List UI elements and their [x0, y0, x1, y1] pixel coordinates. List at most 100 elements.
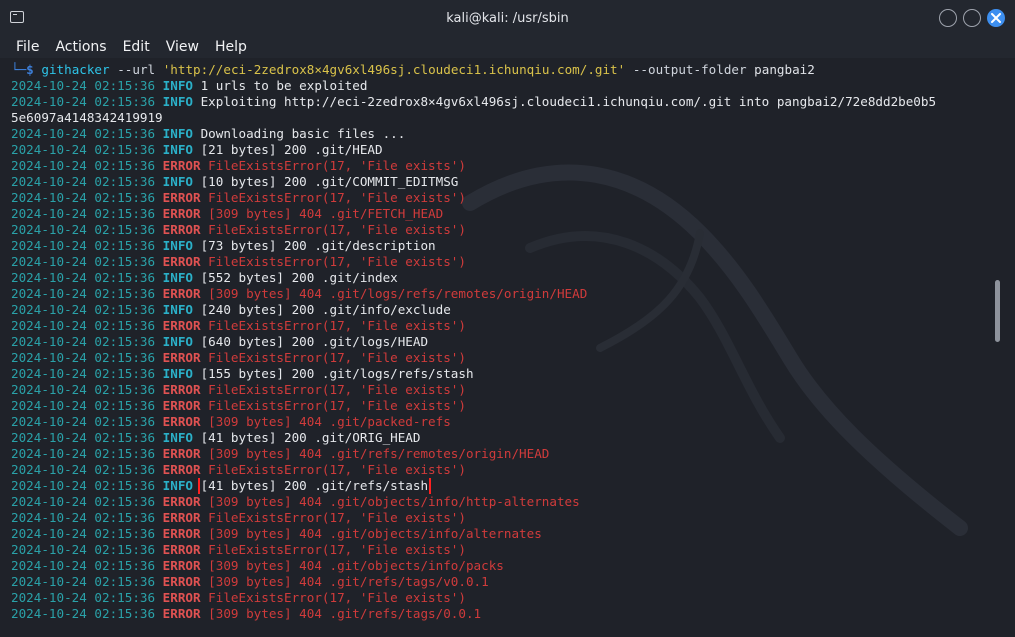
log-timestamp: 2024-10-24 02:15:36 — [11, 462, 156, 477]
log-timestamp: 2024-10-24 02:15:36 — [11, 94, 156, 109]
log-level: ERROR — [162, 254, 201, 269]
log-line: 2024-10-24 02:15:36 ERROR [309 bytes] 40… — [11, 414, 995, 430]
log-timestamp: 2024-10-24 02:15:36 — [11, 126, 156, 141]
log-message: FileExistsError(17, 'File exists') — [208, 318, 466, 333]
log-level: INFO — [162, 142, 193, 157]
log-timestamp: 2024-10-24 02:15:36 — [11, 606, 156, 621]
log-level: ERROR — [162, 350, 201, 365]
menu-view[interactable]: View — [158, 39, 207, 55]
log-timestamp: 2024-10-24 02:15:36 — [11, 174, 156, 189]
menu-actions[interactable]: Actions — [47, 39, 114, 55]
log-level: ERROR — [162, 542, 201, 557]
log-message: [552 bytes] 200 .git/index — [200, 270, 398, 285]
log-line: 2024-10-24 02:15:36 ERROR FileExistsErro… — [11, 254, 995, 270]
log-level: ERROR — [162, 286, 201, 301]
log-message: FileExistsError(17, 'File exists') — [208, 190, 466, 205]
log-line: 2024-10-24 02:15:36 INFO [41 bytes] 200 … — [11, 478, 995, 494]
menu-edit[interactable]: Edit — [115, 39, 158, 55]
log-message: [309 bytes] 404 .git/objects/info/packs — [208, 558, 504, 573]
log-level: ERROR — [162, 222, 201, 237]
log-timestamp: 2024-10-24 02:15:36 — [11, 510, 156, 525]
log-timestamp: 2024-10-24 02:15:36 — [11, 334, 156, 349]
log-timestamp: 2024-10-24 02:15:36 — [11, 286, 156, 301]
log-level: ERROR — [162, 382, 201, 397]
command-name: githacker — [41, 62, 110, 77]
terminal-window: kali@kali: /usr/sbin File Actions Edit V… — [0, 0, 1015, 637]
command-url: 'http://eci-2zedrox8×4gv6xl496sj.cloudec… — [162, 62, 626, 77]
log-message: [640 bytes] 200 .git/logs/HEAD — [200, 334, 429, 349]
log-line: 2024-10-24 02:15:36 INFO [155 bytes] 200… — [11, 366, 995, 382]
log-timestamp: 2024-10-24 02:15:36 — [11, 142, 156, 157]
close-button[interactable] — [987, 9, 1005, 27]
log-timestamp: 2024-10-24 02:15:36 — [11, 430, 156, 445]
log-message: FileExistsError(17, 'File exists') — [208, 398, 466, 413]
log-line: 2024-10-24 02:15:36 INFO Downloading bas… — [11, 126, 995, 142]
title-bar[interactable]: kali@kali: /usr/sbin — [0, 0, 1015, 36]
terminal-icon[interactable] — [10, 11, 24, 23]
log-message: [21 bytes] 200 .git/HEAD — [200, 142, 383, 157]
maximize-button[interactable] — [963, 9, 981, 27]
log-message: [309 bytes] 404 .git/refs/tags/v0.0.1 — [208, 574, 489, 589]
log-message: [309 bytes] 404 .git/packed-refs — [208, 414, 451, 429]
log-level: INFO — [162, 366, 193, 381]
log-timestamp: 2024-10-24 02:15:36 — [11, 574, 156, 589]
log-timestamp: 2024-10-24 02:15:36 — [11, 158, 156, 173]
log-timestamp: 2024-10-24 02:15:36 — [11, 302, 156, 317]
log-line: 2024-10-24 02:15:36 ERROR FileExistsErro… — [11, 398, 995, 414]
log-message: [309 bytes] 404 .git/refs/tags/0.0.1 — [208, 606, 482, 621]
log-message: FileExistsError(17, 'File exists') — [208, 382, 466, 397]
log-line: 2024-10-24 02:15:36 ERROR FileExistsErro… — [11, 222, 995, 238]
log-line: 2024-10-24 02:15:36 INFO 1 urls to be ex… — [11, 78, 995, 94]
log-line: 2024-10-24 02:15:36 INFO [552 bytes] 200… — [11, 270, 995, 286]
log-message: FileExistsError(17, 'File exists') — [208, 158, 466, 173]
log-message: FileExistsError(17, 'File exists') — [208, 254, 466, 269]
log-level: INFO — [162, 270, 193, 285]
log-level: ERROR — [162, 574, 201, 589]
log-line: 2024-10-24 02:15:36 INFO [41 bytes] 200 … — [11, 430, 995, 446]
log-line: 5e6097a4148342419919 — [11, 110, 995, 126]
log-message: [309 bytes] 404 .git/logs/refs/remotes/o… — [208, 286, 588, 301]
log-message: [73 bytes] 200 .git/description — [200, 238, 436, 253]
log-level: ERROR — [162, 606, 201, 621]
log-message: [41 bytes] 200 .git/ORIG_HEAD — [200, 430, 421, 445]
log-timestamp: 2024-10-24 02:15:36 — [11, 494, 156, 509]
minimize-button[interactable] — [939, 9, 957, 27]
log-level: INFO — [162, 238, 193, 253]
log-message: FileExistsError(17, 'File exists') — [208, 462, 466, 477]
log-level: ERROR — [162, 398, 201, 413]
log-level: ERROR — [162, 462, 201, 477]
menu-bar: File Actions Edit View Help — [0, 36, 1015, 58]
log-message: [309 bytes] 404 .git/FETCH_HEAD — [208, 206, 444, 221]
highlighted-log-message: [41 bytes] 200 .git/refs/stash — [197, 478, 432, 494]
prompt-corner: └─ — [11, 62, 27, 77]
menu-file[interactable]: File — [8, 39, 47, 55]
log-level: ERROR — [162, 206, 201, 221]
log-level: INFO — [162, 302, 193, 317]
prompt-dollar: $ — [26, 62, 34, 77]
log-level: ERROR — [162, 494, 201, 509]
log-level: ERROR — [162, 190, 201, 205]
log-timestamp: 2024-10-24 02:15:36 — [11, 590, 156, 605]
log-timestamp: 2024-10-24 02:15:36 — [11, 414, 156, 429]
log-line: 2024-10-24 02:15:36 INFO Exploiting http… — [11, 94, 995, 110]
log-message: FileExistsError(17, 'File exists') — [208, 590, 466, 605]
scrollbar-thumb[interactable] — [995, 280, 1000, 342]
terminal-output[interactable]: └─$ githacker --url 'http://eci-2zedrox8… — [0, 58, 1015, 637]
log-message: [309 bytes] 404 .git/refs/remotes/origin… — [208, 446, 550, 461]
log-timestamp: 2024-10-24 02:15:36 — [11, 398, 156, 413]
log-message: FileExistsError(17, 'File exists') — [208, 350, 466, 365]
log-line: 2024-10-24 02:15:36 ERROR [309 bytes] 40… — [11, 558, 995, 574]
log-line: 2024-10-24 02:15:36 ERROR FileExistsErro… — [11, 542, 995, 558]
log-message: Exploiting http://eci-2zedrox8×4gv6xl496… — [200, 94, 937, 109]
log-line: 2024-10-24 02:15:36 INFO [73 bytes] 200 … — [11, 238, 995, 254]
command-url-flag: --url — [117, 62, 156, 77]
menu-help[interactable]: Help — [207, 39, 255, 55]
log-line: 2024-10-24 02:15:36 INFO [10 bytes] 200 … — [11, 174, 995, 190]
log-level: ERROR — [162, 510, 201, 525]
log-line: 2024-10-24 02:15:36 ERROR FileExistsErro… — [11, 158, 995, 174]
log-line: 2024-10-24 02:15:36 ERROR FileExistsErro… — [11, 462, 995, 478]
log-container: 2024-10-24 02:15:36 INFO 1 urls to be ex… — [11, 78, 995, 622]
log-line: 2024-10-24 02:15:36 ERROR FileExistsErro… — [11, 318, 995, 334]
log-timestamp: 2024-10-24 02:15:36 — [11, 478, 156, 493]
log-timestamp: 2024-10-24 02:15:36 — [11, 190, 156, 205]
